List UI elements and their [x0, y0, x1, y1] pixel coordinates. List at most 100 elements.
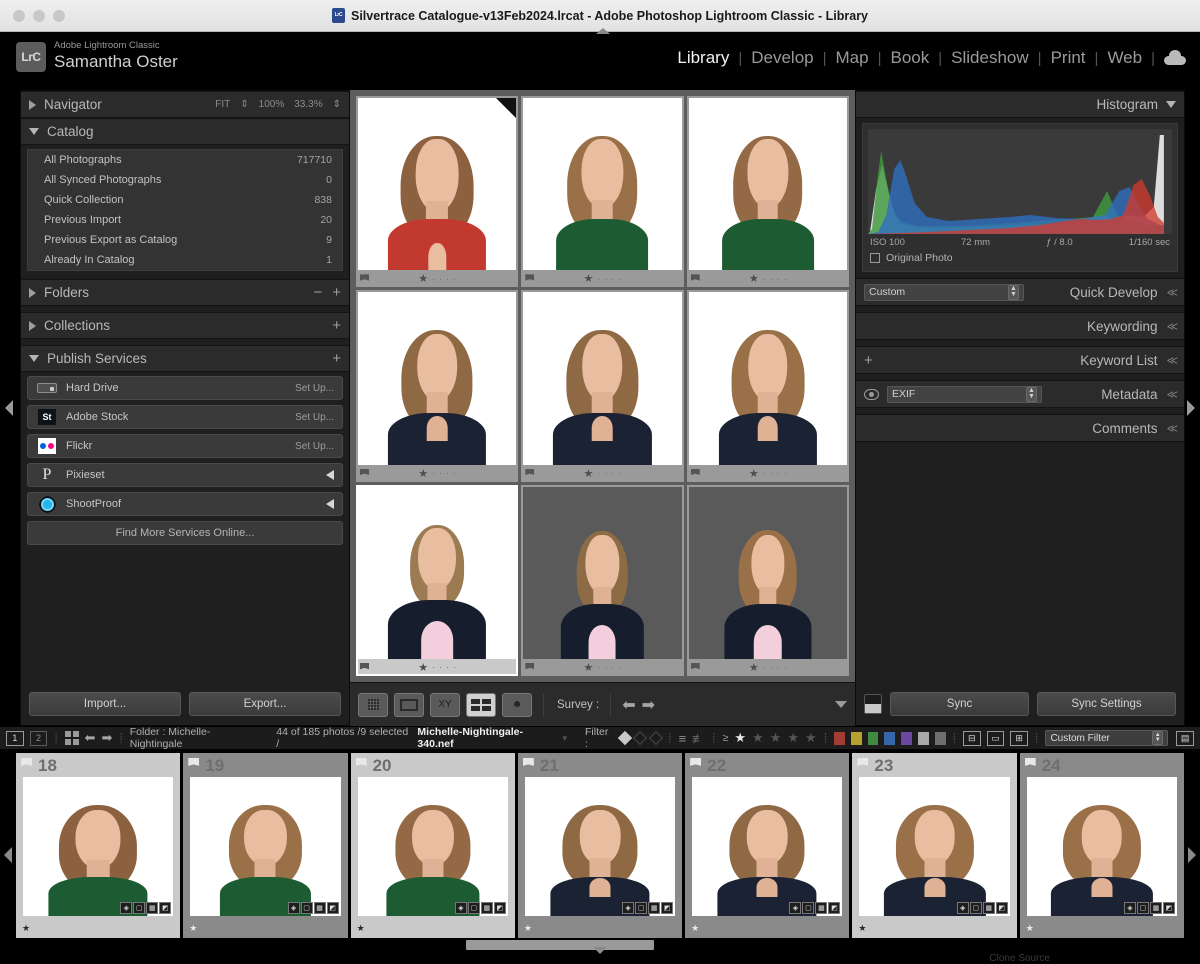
folder-label[interactable]: Folder : Michelle-Nightingale [130, 726, 261, 750]
photo-thumbnail[interactable] [688, 292, 847, 465]
sync-settings-button[interactable]: Sync Settings [1037, 692, 1176, 716]
top-panel-toggle-caret[interactable] [596, 28, 610, 34]
develop-badge-icon[interactable]: ◩ [1162, 902, 1175, 914]
filmstrip-cell[interactable]: 21 ◈ ▢ ▦ ◩ ★ [517, 753, 683, 938]
color-label-purple[interactable] [901, 731, 912, 745]
flag-icon[interactable] [360, 274, 369, 281]
grid-cell-selected[interactable]: ★ · · · · [356, 484, 519, 676]
eye-icon[interactable] [864, 388, 879, 400]
forward-arrow-icon[interactable]: ➡ [101, 730, 112, 746]
add-keyword-icon[interactable]: + [864, 352, 873, 369]
loupe-view-button[interactable] [394, 692, 424, 717]
panel-header-publish-services[interactable]: Publish Services + [21, 345, 349, 372]
panel-header-keywording[interactable]: Keywording ≪ [856, 312, 1184, 340]
flag-icon[interactable] [525, 468, 535, 475]
rating-stars[interactable]: ★ · · · · [418, 272, 456, 285]
filmstrip-cell[interactable]: 22 ◈ ▢ ▦ ◩ ★ [685, 753, 850, 938]
keyword-badge-icon[interactable]: ◈ [287, 902, 300, 914]
collapse-icon[interactable]: ≪ [1166, 320, 1177, 333]
metadata-badge-icon[interactable]: ▦ [648, 902, 661, 914]
develop-badge-icon[interactable]: ◩ [995, 902, 1008, 914]
filmstrip-rating[interactable]: ★ [1026, 923, 1034, 934]
flag-icon[interactable] [355, 758, 367, 766]
filmstrip-badges[interactable]: ◈ ▢ ▦ ◩ [622, 902, 674, 914]
custom-filter-select[interactable]: Custom Filter ▲ ▼ [1045, 730, 1169, 746]
flag-icon[interactable] [690, 758, 702, 766]
metadata-badge-icon[interactable]: ▦ [1149, 902, 1162, 914]
current-filename-label[interactable]: Michelle-Nightingale-340.nef [417, 726, 556, 750]
module-library[interactable]: Library [668, 48, 738, 68]
photo-thumbnail[interactable] [688, 98, 847, 271]
flag-icon[interactable] [690, 468, 700, 475]
flag-icon[interactable] [1024, 758, 1036, 766]
module-develop[interactable]: Develop [742, 48, 822, 68]
publish-service-shootproof[interactable]: ShootProof [27, 492, 343, 516]
rating-stars[interactable]: ★ · · · · [418, 467, 456, 480]
flag-icon[interactable] [857, 758, 869, 766]
add-folder-icon[interactable]: + [332, 284, 341, 301]
panel-header-catalog[interactable]: Catalog [21, 118, 349, 145]
filmstrip-thumbnail[interactable]: ◈ ▢ ▦ ◩ [524, 777, 676, 916]
metadata-badge-icon[interactable]: ▦ [982, 902, 995, 914]
module-picker[interactable]: Library | Develop | Map | Book | Slidesh… [668, 48, 1186, 68]
panel-header-quick-develop[interactable]: Custom ▲ ▼ Quick Develop ≪ [856, 278, 1184, 306]
stepper-icon[interactable]: ⇕ [240, 99, 248, 110]
publish-service-hard-drive[interactable]: Hard Drive Set Up... [27, 376, 343, 400]
rating-stars[interactable]: ★ · · · · [584, 272, 622, 285]
flag-icon[interactable] [690, 662, 700, 670]
grid-cell[interactable]: ★ · · · · [356, 96, 519, 288]
flag-icon[interactable] [360, 468, 369, 475]
grid-cell[interactable]: ★ · · · · [686, 290, 849, 482]
right-panel-collapse-arrow[interactable] [1187, 400, 1195, 416]
module-slideshow[interactable]: Slideshow [942, 48, 1038, 68]
people-view-button[interactable]: ☻ [502, 692, 532, 717]
unedited-filter-icon[interactable]: ≢ [692, 731, 705, 746]
filmstrip-rating[interactable]: ★ [691, 923, 699, 934]
import-button[interactable]: Import... [29, 692, 181, 716]
flag-icon[interactable] [21, 758, 32, 766]
navigator-fit[interactable]: FIT [215, 99, 230, 110]
rating-star-5-icon[interactable]: ★ [805, 730, 817, 746]
filmstrip-cell[interactable]: 18 ◈ ▢ ▦ ◩ ★ [16, 753, 181, 938]
filmstrip-cell[interactable]: 20 ◈ ▢ ▦ ◩ ★ [350, 753, 515, 938]
grid-cell[interactable]: ★ · · · · [521, 96, 684, 288]
remove-folder-icon[interactable]: − [313, 284, 322, 301]
publish-service-action[interactable]: Set Up... [295, 441, 334, 452]
crop-badge-icon[interactable]: ▢ [802, 902, 815, 914]
collapse-icon[interactable]: ≪ [1166, 286, 1177, 299]
add-publish-service-icon[interactable]: + [332, 350, 341, 367]
metadata-badge-icon[interactable]: ▦ [313, 902, 326, 914]
filmstrip-thumbnail[interactable]: ◈ ▢ ▦ ◩ [190, 777, 341, 916]
screen-2-button[interactable]: 2 [29, 730, 48, 746]
screen-1-button[interactable]: 1 [6, 730, 24, 746]
quick-develop-preset-select[interactable]: Custom ▲ ▼ [864, 283, 1024, 301]
filmstrip-rating[interactable]: ★ [189, 923, 197, 934]
navigator-100[interactable]: 100% [259, 99, 285, 110]
panel-header-navigator[interactable]: Navigator FIT ⇕ 100% 33.3% ⇕ [21, 91, 349, 118]
rating-stars[interactable]: ★ · · · · [584, 467, 622, 480]
keyword-badge-icon[interactable]: ◈ [120, 902, 133, 914]
publish-service-action[interactable]: Set Up... [295, 412, 334, 423]
metadata-status-icon[interactable]: ⊞ [1010, 730, 1029, 746]
crop-badge-icon[interactable]: ▢ [635, 902, 648, 914]
rating-stars[interactable]: ★ · · · · [749, 661, 787, 674]
keyword-badge-icon[interactable]: ◈ [956, 902, 969, 914]
filmstrip-cell[interactable]: 24 ◈ ▢ ▦ ◩ ★ [1019, 753, 1184, 938]
flag-icon[interactable] [690, 274, 700, 281]
filmstrip-rating[interactable]: ★ [357, 923, 365, 934]
sync-button[interactable]: Sync [890, 692, 1029, 716]
original-photo-checkbox[interactable] [870, 253, 880, 263]
publish-service-action[interactable]: Set Up... [295, 383, 334, 394]
filmstrip-badges[interactable]: ◈ ▢ ▦ ◩ [287, 902, 339, 914]
color-label-custom[interactable] [934, 731, 946, 745]
metadata-badge-icon[interactable]: ▦ [146, 902, 159, 914]
back-arrow-icon[interactable]: ⬅ [85, 730, 96, 746]
grid-cell[interactable]: ★ · · · · [356, 290, 519, 482]
flag-icon[interactable] [360, 662, 369, 670]
metadata-badge-icon[interactable]: ▦ [480, 902, 493, 914]
grid-cell[interactable]: ★ · · · · [686, 484, 849, 676]
flag-icon[interactable] [188, 758, 200, 766]
module-map[interactable]: Map [827, 48, 878, 68]
rating-operator-label[interactable]: ≥ [723, 732, 729, 744]
grid-cell[interactable]: ★ · · · · [521, 290, 684, 482]
